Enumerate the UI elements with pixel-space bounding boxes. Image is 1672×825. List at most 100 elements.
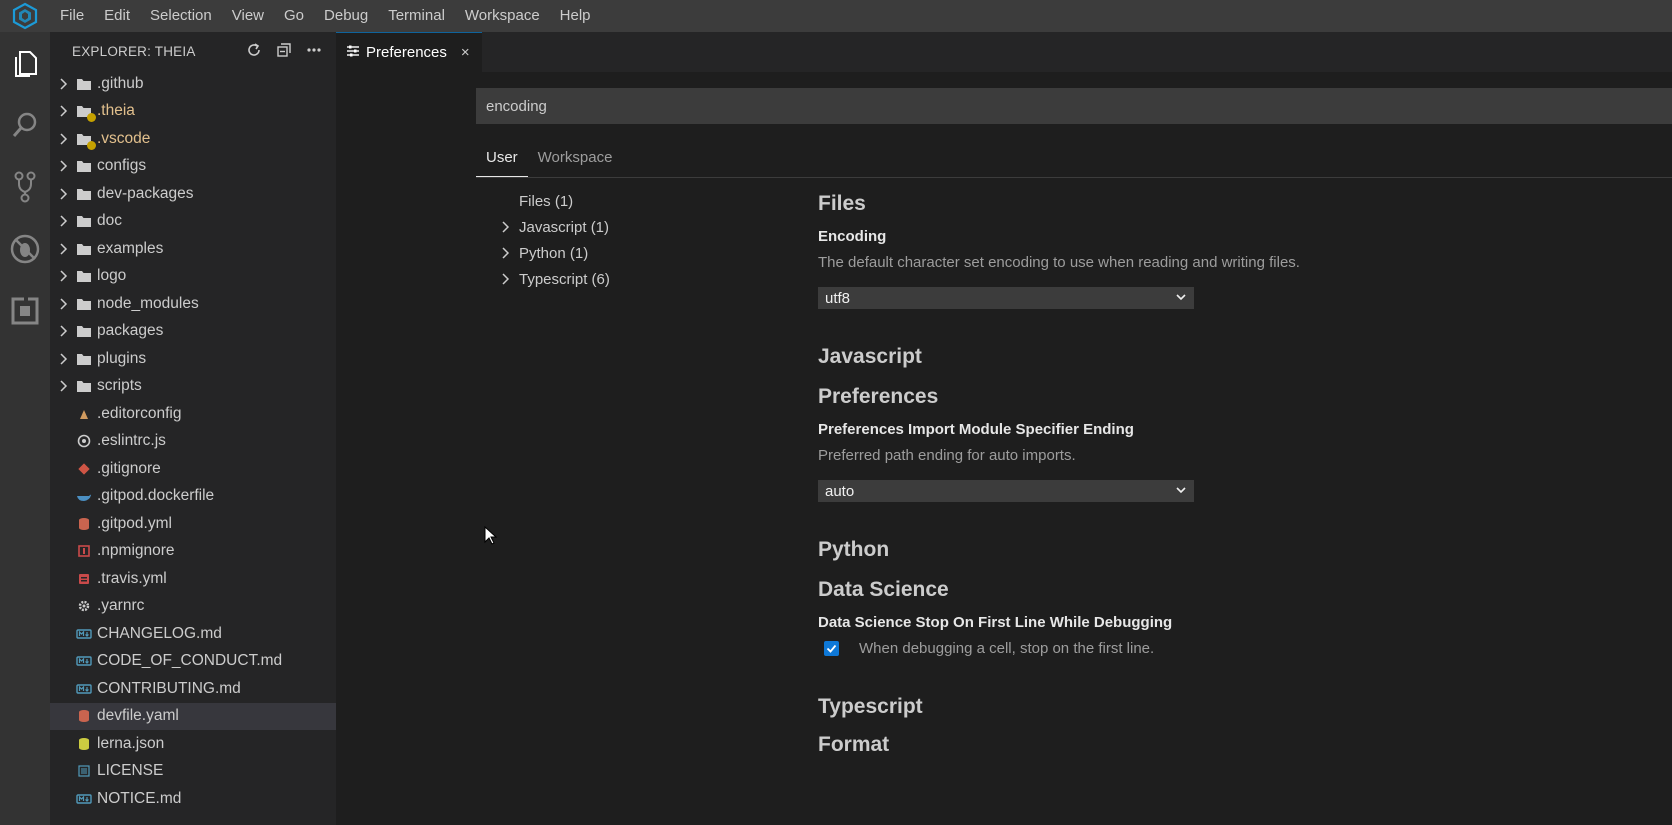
section-header-data-science: Data Science bbox=[818, 578, 949, 601]
menu-debug[interactable]: Debug bbox=[314, 0, 378, 32]
encoding-select[interactable]: utf8 bbox=[818, 287, 1194, 309]
json-icon bbox=[74, 736, 94, 752]
markdown-icon bbox=[74, 791, 94, 807]
tree-file[interactable]: .gitignore bbox=[50, 455, 336, 483]
pref-name-import-module: Preferences Import Module Specifier Endi… bbox=[818, 421, 1134, 438]
tree-folder[interactable]: packages bbox=[50, 318, 336, 346]
source-control-icon[interactable] bbox=[0, 156, 50, 218]
tree-file[interactable]: .editorconfig bbox=[50, 400, 336, 428]
folder-icon bbox=[74, 158, 94, 174]
search-icon[interactable] bbox=[0, 94, 50, 156]
chevron-right-icon[interactable] bbox=[56, 214, 70, 228]
tree-item-label: .gitpod.yml bbox=[97, 514, 172, 532]
tree-file[interactable]: CONTRIBUTING.md bbox=[50, 675, 336, 703]
debug-icon[interactable] bbox=[0, 218, 50, 280]
stop-first-line-checkbox[interactable] bbox=[824, 641, 839, 656]
tree-folder[interactable]: examples bbox=[50, 235, 336, 263]
warning-badge-icon bbox=[87, 113, 96, 123]
tree-file[interactable]: CHANGELOG.md bbox=[50, 620, 336, 648]
pref-tree-label: Typescript (6) bbox=[519, 270, 610, 288]
pref-name-encoding: Encoding bbox=[818, 228, 887, 245]
tree-folder[interactable]: .vscode bbox=[50, 125, 336, 153]
tree-file[interactable]: LICENSE bbox=[50, 758, 336, 786]
folder-icon bbox=[74, 186, 94, 202]
tab-preferences[interactable]: Preferences × bbox=[336, 32, 482, 72]
chevron-right-icon[interactable] bbox=[56, 242, 70, 256]
more-actions-icon[interactable] bbox=[306, 42, 322, 61]
file-tree: .github .theia .vscode configs dev-packages d… bbox=[50, 70, 336, 813]
chevron-right-icon[interactable] bbox=[56, 104, 70, 118]
pref-desc-encoding: The default character set encoding to us… bbox=[818, 254, 1300, 271]
chevron-right-icon[interactable] bbox=[56, 187, 70, 201]
tree-item-label: CHANGELOG.md bbox=[97, 624, 222, 642]
settings-search-input[interactable]: encoding bbox=[476, 88, 1672, 124]
tree-folder[interactable]: dev-packages bbox=[50, 180, 336, 208]
chevron-right-icon[interactable] bbox=[56, 159, 70, 173]
tree-item-label: CODE_OF_CONDUCT.md bbox=[97, 652, 283, 670]
yaml-icon bbox=[74, 708, 94, 724]
chevron-right-icon[interactable] bbox=[56, 297, 70, 311]
extensions-icon[interactable] bbox=[0, 280, 50, 342]
tab-label: Preferences bbox=[366, 44, 447, 61]
tree-item-label: NOTICE.md bbox=[97, 789, 182, 807]
tree-folder[interactable]: configs bbox=[50, 153, 336, 181]
menu-help[interactable]: Help bbox=[550, 0, 601, 32]
tree-folder[interactable]: logo bbox=[50, 263, 336, 291]
chevron-right-icon[interactable] bbox=[56, 269, 70, 283]
folder-icon bbox=[74, 351, 94, 367]
tree-folder[interactable]: plugins bbox=[50, 345, 336, 373]
license-icon bbox=[74, 763, 94, 779]
tree-folder[interactable]: doc bbox=[50, 208, 336, 236]
menu-terminal[interactable]: Terminal bbox=[378, 0, 455, 32]
menu-go[interactable]: Go bbox=[274, 0, 314, 32]
tree-file[interactable]: .eslintrc.js bbox=[50, 428, 336, 456]
menu-file[interactable]: File bbox=[50, 0, 94, 32]
refresh-icon[interactable] bbox=[246, 42, 262, 61]
pref-tree-item[interactable]: Python (1) bbox=[496, 240, 796, 266]
tree-file[interactable]: .yarnrc bbox=[50, 593, 336, 621]
chevron-right-icon[interactable] bbox=[56, 324, 70, 338]
chevron-right-icon[interactable] bbox=[56, 77, 70, 91]
tree-file[interactable]: lerna.json bbox=[50, 730, 336, 758]
chevron-down-icon bbox=[1175, 290, 1187, 307]
tab-workspace[interactable]: Workspace bbox=[528, 140, 623, 177]
tree-item-label: doc bbox=[97, 212, 122, 230]
pref-tree-item[interactable]: Javascript (1) bbox=[496, 214, 796, 240]
tree-file[interactable]: CODE_OF_CONDUCT.md bbox=[50, 648, 336, 676]
chevron-right-icon[interactable] bbox=[56, 379, 70, 393]
tree-folder[interactable]: scripts bbox=[50, 373, 336, 401]
tree-file[interactable]: .gitpod.dockerfile bbox=[50, 483, 336, 511]
collapse-all-icon[interactable] bbox=[276, 42, 292, 61]
tab-user[interactable]: User bbox=[476, 140, 528, 177]
tree-folder[interactable]: .github bbox=[50, 70, 336, 98]
menu-view[interactable]: View bbox=[222, 0, 274, 32]
tab-bar: Preferences × bbox=[336, 32, 1672, 72]
chevron-right-icon[interactable] bbox=[56, 352, 70, 366]
tree-file[interactable]: .gitpod.yml bbox=[50, 510, 336, 538]
close-icon[interactable]: × bbox=[461, 44, 470, 61]
pref-tree-item[interactable]: Typescript (6) bbox=[496, 266, 796, 292]
tree-item-label: .gitpod.dockerfile bbox=[97, 487, 215, 505]
activity-bar bbox=[0, 32, 50, 825]
import-module-select[interactable]: auto bbox=[818, 480, 1194, 502]
files-icon[interactable] bbox=[0, 32, 50, 94]
menu-selection[interactable]: Selection bbox=[140, 0, 222, 32]
pref-name-data-science: Data Science Stop On First Line While De… bbox=[818, 614, 1173, 631]
chevron-right-icon[interactable] bbox=[496, 246, 514, 260]
section-header-javascript: Javascript bbox=[818, 345, 922, 368]
tree-file[interactable]: .npmignore bbox=[50, 538, 336, 566]
chevron-right-icon[interactable] bbox=[496, 272, 514, 286]
encoding-value: utf8 bbox=[825, 289, 851, 307]
menu-edit[interactable]: Edit bbox=[94, 0, 140, 32]
tree-file[interactable]: .travis.yml bbox=[50, 565, 336, 593]
chevron-right-icon[interactable] bbox=[496, 220, 514, 234]
preferences-icon bbox=[346, 44, 360, 62]
tree-file[interactable]: devfile.yaml bbox=[50, 702, 336, 730]
travis-icon bbox=[74, 571, 94, 587]
pref-tree-item[interactable]: Files (1) bbox=[496, 188, 796, 214]
tree-folder[interactable]: .theia bbox=[50, 98, 336, 126]
tree-folder[interactable]: node_modules bbox=[50, 290, 336, 318]
chevron-right-icon[interactable] bbox=[56, 132, 70, 146]
tree-file[interactable]: NOTICE.md bbox=[50, 785, 336, 813]
menu-workspace[interactable]: Workspace bbox=[455, 0, 550, 32]
